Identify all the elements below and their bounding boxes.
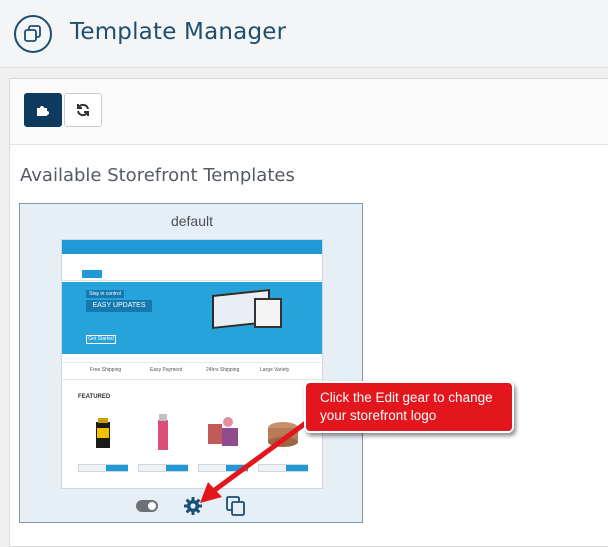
- preview-feature: Large Variety: [260, 367, 290, 373]
- templates-icon: [14, 15, 52, 53]
- preview-banner-title: EASY UPDATES: [86, 300, 152, 312]
- edit-gear-button[interactable]: [183, 496, 203, 516]
- extensions-button[interactable]: [24, 93, 62, 127]
- copy-template-button[interactable]: [225, 495, 247, 517]
- gear-icon: [184, 497, 202, 515]
- preview-products: [74, 408, 314, 472]
- section-title: Available Storefront Templates: [20, 165, 295, 186]
- template-name: default: [170, 213, 214, 229]
- preview-banner-kicker: Stay in control: [86, 290, 124, 298]
- refresh-icon: [77, 103, 89, 117]
- template-actions: [20, 495, 364, 517]
- preview-nav-home: [82, 270, 102, 278]
- refresh-button[interactable]: [64, 93, 102, 127]
- template-card[interactable]: default Stay in control EASY UPDATES Get…: [19, 203, 363, 523]
- puzzle-icon: [37, 106, 49, 116]
- toolbar: [10, 79, 608, 145]
- preview-featured-label: FEATURED: [78, 394, 111, 400]
- toggle-switch[interactable]: [136, 500, 158, 512]
- page-title: Template Manager: [70, 19, 287, 45]
- preview-product: [258, 408, 308, 472]
- copy-icon: [226, 496, 245, 516]
- preview-product: [198, 408, 248, 472]
- preview-product: [138, 408, 188, 472]
- preview-product: [78, 408, 128, 472]
- preview-banner-cta: Get Started: [86, 335, 116, 344]
- preview-feature: Free Shipping: [90, 367, 122, 373]
- preview-topbar: [62, 240, 322, 254]
- main-panel: Available Storefront Templates default S…: [9, 78, 608, 547]
- template-preview[interactable]: Stay in control EASY UPDATES Get Started…: [61, 239, 323, 489]
- preview-tablet-image: [254, 298, 282, 328]
- page-header: Template Manager: [0, 0, 608, 68]
- preview-feature: Easy Payment: [150, 367, 183, 373]
- preview-feature: 24hrs Shipping: [206, 367, 240, 373]
- annotation-callout: Click the Edit gear to change your store…: [304, 381, 514, 433]
